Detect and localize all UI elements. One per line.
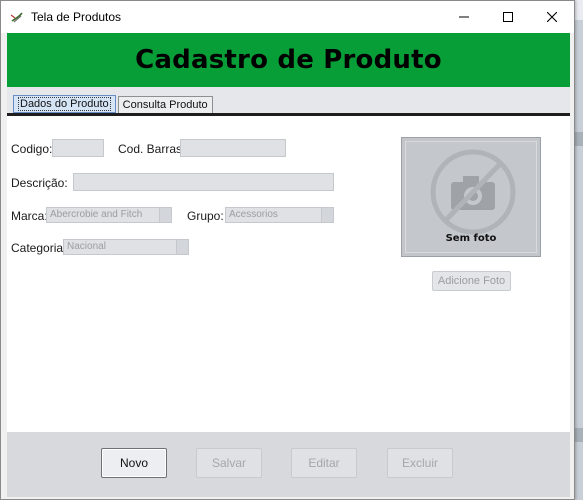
header-banner: Cadastro de Produto bbox=[7, 33, 570, 87]
cod-barras-label: Cod. Barras: bbox=[118, 142, 186, 156]
grupo-label: Grupo: bbox=[187, 209, 224, 223]
content-pane: Cadastro de Produto Dados do Produto Con… bbox=[7, 33, 570, 497]
categoria-label: Categoria: bbox=[11, 241, 67, 255]
categoria-selected-value: Nacional bbox=[67, 241, 106, 252]
product-form-panel: Codigo: Cod. Barras: Descrição: Marca: A… bbox=[7, 116, 570, 432]
photo-caption: Sem foto bbox=[445, 233, 497, 244]
product-window: Tela de Produtos Cadastro de Produto Dad… bbox=[0, 0, 575, 500]
tab-label: Dados do Produto bbox=[18, 97, 111, 111]
close-button[interactable] bbox=[530, 1, 574, 33]
chevron-down-icon bbox=[321, 208, 333, 222]
codigo-field[interactable] bbox=[52, 139, 104, 157]
novo-button[interactable]: Novo bbox=[101, 448, 167, 478]
excluir-button[interactable]: Excluir bbox=[387, 448, 453, 478]
marca-label: Marca: bbox=[11, 209, 48, 223]
java-app-icon bbox=[9, 9, 25, 25]
categoria-select[interactable]: Nacional bbox=[63, 239, 189, 255]
tab-strip: Dados do Produto Consulta Produto bbox=[13, 95, 215, 113]
cod-barras-field[interactable] bbox=[180, 139, 286, 157]
photo-placeholder: Sem foto bbox=[405, 141, 537, 253]
grupo-select[interactable]: Acessorios bbox=[225, 207, 334, 223]
window-title: Tela de Produtos bbox=[31, 10, 122, 24]
title-bar[interactable]: Tela de Produtos bbox=[1, 1, 574, 33]
marca-selected-value: Abercrobie and Fitch bbox=[50, 209, 143, 220]
tab-label: Consulta Produto bbox=[122, 99, 208, 111]
chevron-down-icon bbox=[176, 240, 188, 254]
maximize-icon bbox=[503, 12, 513, 22]
minimize-button[interactable] bbox=[442, 1, 486, 33]
tab-dados-do-produto[interactable]: Dados do Produto bbox=[13, 95, 116, 113]
grupo-selected-value: Acessorios bbox=[229, 209, 278, 220]
chevron-down-icon bbox=[159, 208, 171, 222]
action-bar: Novo Salvar Editar Excluir bbox=[7, 432, 570, 497]
tab-consulta-produto[interactable]: Consulta Produto bbox=[117, 96, 213, 113]
product-photo: Sem foto bbox=[401, 137, 541, 257]
page-title: Cadastro de Produto bbox=[135, 45, 442, 75]
descricao-field[interactable] bbox=[73, 173, 334, 191]
codigo-label: Codigo: bbox=[11, 142, 53, 156]
marca-select[interactable]: Abercrobie and Fitch bbox=[46, 207, 172, 223]
descricao-label: Descrição: bbox=[11, 176, 68, 190]
maximize-button[interactable] bbox=[486, 1, 530, 33]
window-controls bbox=[442, 1, 574, 33]
add-photo-button[interactable]: Adicione Foto bbox=[432, 271, 511, 291]
salvar-button[interactable]: Salvar bbox=[196, 448, 262, 478]
minimize-icon bbox=[459, 16, 469, 18]
editar-button[interactable]: Editar bbox=[291, 448, 357, 478]
close-icon bbox=[547, 12, 557, 22]
